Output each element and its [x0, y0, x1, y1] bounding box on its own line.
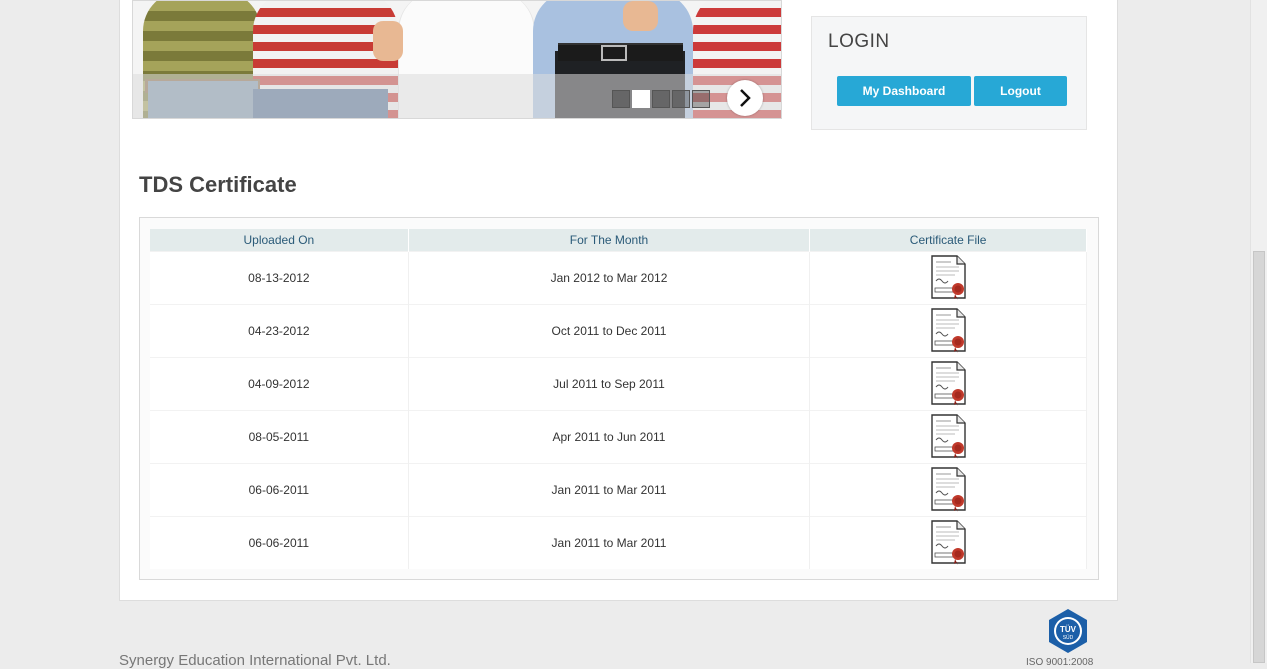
logout-button[interactable]: Logout	[974, 76, 1067, 106]
certificate-file-cell	[809, 304, 1087, 358]
certificate-icon[interactable]	[929, 307, 967, 356]
uploaded-on-cell: 06-06-2011	[150, 516, 409, 569]
certificate-icon[interactable]	[929, 466, 967, 515]
table-row: 04-23-2012 Oct 2011 to Dec 2011	[150, 304, 1087, 358]
uploaded-on-cell: 08-13-2012	[150, 251, 409, 305]
table-row: 08-05-2011 Apr 2011 to Jun 2011	[150, 410, 1087, 464]
certificate-icon[interactable]	[929, 254, 967, 303]
certificate-file-cell	[809, 251, 1087, 305]
for-the-month-cell: Jan 2011 to Mar 2011	[408, 463, 811, 517]
slider-dot[interactable]	[672, 90, 690, 108]
login-title: LOGIN	[828, 31, 890, 52]
svg-text:TÜV: TÜV	[1060, 625, 1077, 634]
certificate-file-cell	[809, 463, 1087, 517]
certificate-table: Uploaded On For The Month Certificate Fi…	[150, 229, 1087, 569]
for-the-month-cell: Apr 2011 to Jun 2011	[408, 410, 811, 464]
certificate-icon[interactable]	[929, 519, 967, 568]
tuv-certification-logo: TÜV SÜD	[1045, 608, 1091, 659]
page-title: TDS Certificate	[139, 172, 297, 197]
slider-dot-active[interactable]	[632, 90, 650, 108]
column-header-certificate-file: Certificate File	[809, 229, 1087, 252]
for-the-month-cell: Jul 2011 to Sep 2011	[408, 357, 811, 411]
login-box: LOGIN My Dashboard Logout	[811, 16, 1087, 130]
uploaded-on-cell: 08-05-2011	[150, 410, 409, 464]
svg-text:SÜD: SÜD	[1063, 634, 1074, 641]
slider-dot[interactable]	[692, 90, 710, 108]
uploaded-on-cell: 04-09-2012	[150, 357, 409, 411]
slider-pagination	[612, 90, 710, 108]
page-scrollbar[interactable]	[1250, 0, 1267, 663]
uploaded-on-cell: 06-06-2011	[150, 463, 409, 517]
table-row: 08-13-2012 Jan 2012 to Mar 2012	[150, 251, 1087, 305]
table-row: 06-06-2011 Jan 2011 to Mar 2011	[150, 463, 1087, 517]
column-header-for-the-month: For The Month	[408, 229, 811, 252]
chevron-right-icon	[740, 89, 751, 107]
slider-next-button[interactable]	[727, 80, 763, 116]
certificate-icon[interactable]	[929, 360, 967, 409]
certificate-table-container: Uploaded On For The Month Certificate Fi…	[139, 217, 1099, 580]
slider-dot[interactable]	[652, 90, 670, 108]
scrollbar-thumb[interactable]	[1253, 251, 1265, 663]
column-header-uploaded-on: Uploaded On	[150, 229, 409, 252]
certificate-file-cell	[809, 516, 1087, 569]
table-header-row: Uploaded On For The Month Certificate Fi…	[150, 229, 1087, 252]
banner-slider	[132, 0, 782, 119]
company-name: Synergy Education International Pvt. Ltd…	[119, 652, 391, 669]
for-the-month-cell: Jan 2011 to Mar 2011	[408, 516, 811, 569]
certificate-file-cell	[809, 410, 1087, 464]
table-row: 04-09-2012 Jul 2011 to Sep 2011	[150, 357, 1087, 411]
slider-dot[interactable]	[612, 90, 630, 108]
table-row: 06-06-2011 Jan 2011 to Mar 2011	[150, 516, 1087, 569]
certificate-file-cell	[809, 357, 1087, 411]
uploaded-on-cell: 04-23-2012	[150, 304, 409, 358]
for-the-month-cell: Oct 2011 to Dec 2011	[408, 304, 811, 358]
my-dashboard-button[interactable]: My Dashboard	[837, 76, 971, 106]
for-the-month-cell: Jan 2012 to Mar 2012	[408, 251, 811, 305]
certificate-icon[interactable]	[929, 413, 967, 462]
